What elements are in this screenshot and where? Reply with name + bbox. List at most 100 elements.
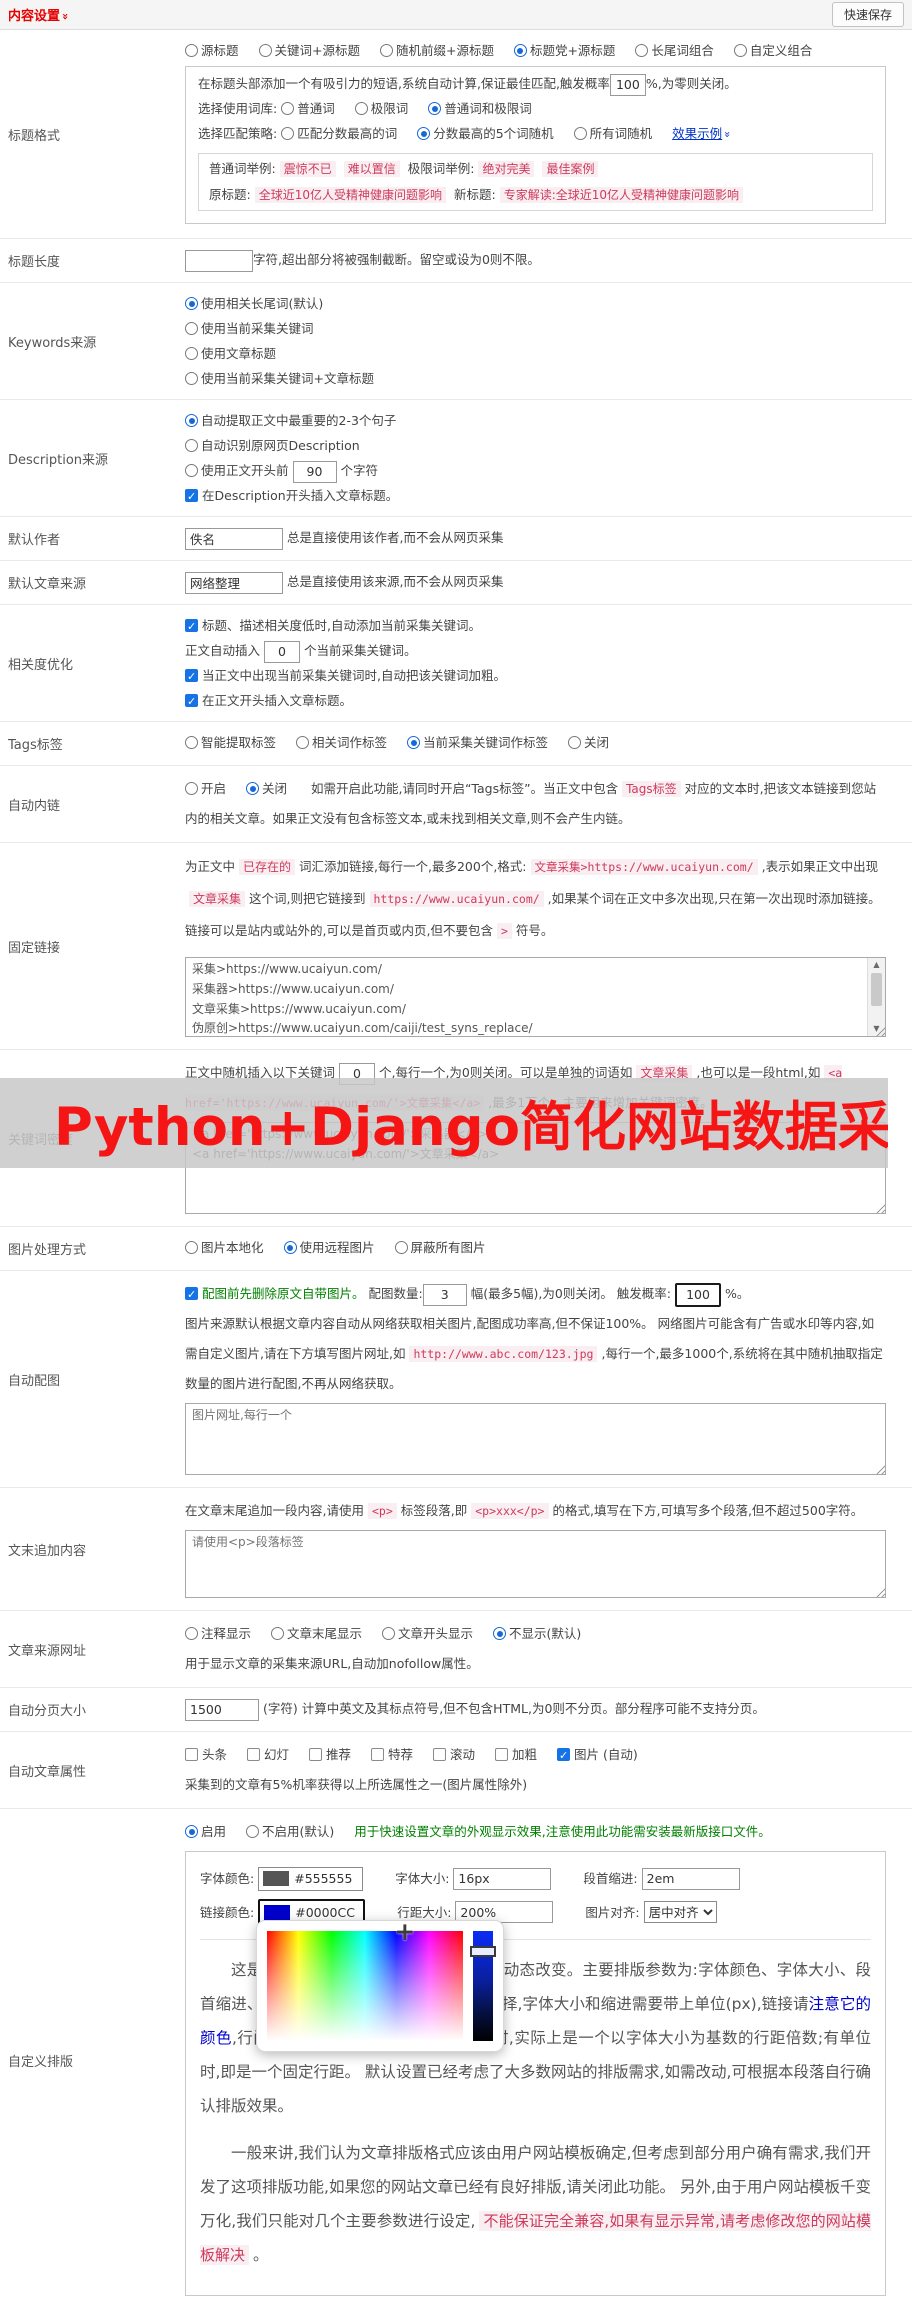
checkbox-bold-keyword[interactable]: 当正文中出现当前采集关键词时,自动把该关键词加粗。 [185, 663, 886, 688]
radio-tags-off[interactable]: 关闭 [568, 735, 609, 750]
checkbox-icon[interactable] [495, 1748, 508, 1761]
radio-related-tags[interactable]: 相关词作标签 [296, 735, 387, 750]
radio-prefix-source-title[interactable]: 随机前缀+源标题 [379, 43, 494, 58]
image-count-input[interactable] [422, 1283, 467, 1306]
scrollbar[interactable]: ▲ ▼ [867, 958, 885, 1036]
checkbox-icon-checked[interactable] [185, 1287, 198, 1301]
radio-icon-selected[interactable] [185, 414, 198, 427]
link-color-swatch[interactable] [264, 1904, 291, 1920]
radio-comment-show[interactable]: 注释显示 [185, 1626, 251, 1641]
radio-both-words[interactable]: 普通词和极限词 [428, 101, 532, 116]
checkbox-scroll[interactable]: 滚动 [433, 1747, 475, 1762]
radio-icon[interactable] [185, 1241, 198, 1254]
color-picker-popup[interactable]: + [256, 1919, 504, 2052]
radio-original-description[interactable]: 自动识别原网页Description [185, 433, 886, 458]
radio-localize-images[interactable]: 图片本地化 [185, 1240, 264, 1255]
radio-article-end-show[interactable]: 文章末尾显示 [271, 1626, 362, 1641]
radio-article-title[interactable]: 使用文章标题 [185, 341, 886, 366]
radio-icon[interactable] [394, 1241, 408, 1254]
radio-icon[interactable] [379, 44, 393, 57]
radio-icon[interactable] [185, 372, 198, 385]
checkbox-icon-checked[interactable] [185, 489, 198, 503]
saturation-value-area[interactable]: + [267, 1919, 463, 2041]
radio-source-title[interactable]: 源标题 [185, 43, 239, 58]
radio-custom-combo[interactable]: 自定义组合 [733, 43, 812, 58]
radio-smart-tags[interactable]: 智能提取标签 [185, 735, 276, 750]
radio-clickbait-source-title[interactable]: 标题党+源标题 [513, 43, 615, 58]
font-color-control[interactable]: #555555 [258, 1866, 364, 1891]
checkbox-bold[interactable]: 加粗 [495, 1747, 537, 1762]
radio-icon[interactable] [185, 347, 198, 360]
radio-icon[interactable] [185, 322, 198, 335]
font-color-swatch[interactable] [263, 1871, 290, 1886]
radio-current-keywords[interactable]: 使用当前采集关键词 [185, 316, 886, 341]
radio-icon[interactable] [185, 439, 198, 452]
radio-icon[interactable] [185, 736, 198, 749]
radio-longtail-combo[interactable]: 长尾词组合 [635, 43, 714, 58]
image-probability-input[interactable] [675, 1282, 722, 1307]
radio-icon-selected[interactable] [493, 1627, 506, 1640]
radio-layout-off[interactable]: 不启用(默认) [246, 1824, 334, 1839]
checkbox-special[interactable]: 特荐 [371, 1747, 413, 1762]
quick-save-button[interactable]: 快速保存 [831, 2, 904, 27]
checkbox-insert-title-body[interactable]: 在正文开头插入文章标题。 [185, 688, 886, 713]
checkbox-recommend[interactable]: 推荐 [309, 1747, 351, 1762]
checkbox-icon-checked[interactable] [185, 619, 198, 633]
page-size-input[interactable] [185, 1698, 259, 1721]
radio-innerlink-off[interactable]: 关闭 [246, 781, 287, 796]
radio-icon-selected[interactable] [185, 1825, 198, 1838]
radio-highest-score[interactable]: 匹配分数最高的词 [281, 126, 397, 141]
radio-keyword-tags[interactable]: 当前采集关键词作标签 [407, 735, 548, 750]
checkbox-icon[interactable] [433, 1748, 446, 1761]
description-chars-input[interactable] [292, 460, 337, 483]
radio-layout-on[interactable]: 启用 [185, 1824, 226, 1839]
radio-icon[interactable] [635, 44, 649, 57]
radio-icon[interactable] [246, 1825, 259, 1838]
radio-normal-words[interactable]: 普通词 [281, 101, 335, 116]
radio-keywords-plus-title[interactable]: 使用当前采集关键词+文章标题 [185, 366, 886, 391]
checkbox-icon-checked[interactable] [557, 1748, 570, 1762]
radio-icon[interactable] [258, 44, 272, 57]
radio-no-show[interactable]: 不显示(默认) [493, 1626, 581, 1641]
radio-icon-selected[interactable] [513, 44, 527, 57]
radio-icon[interactable] [733, 44, 747, 57]
radio-related-longtail[interactable]: 使用相关长尾词(默认) [185, 291, 886, 316]
checkbox-icon[interactable] [371, 1748, 384, 1761]
radio-block-images[interactable]: 屏蔽所有图片 [394, 1240, 486, 1255]
radio-icon[interactable] [568, 736, 581, 749]
append-content-textarea[interactable] [185, 1530, 886, 1598]
indent-input[interactable] [641, 1867, 740, 1890]
radio-icon-selected[interactable] [428, 102, 442, 115]
radio-extreme-words[interactable]: 极限词 [354, 101, 408, 116]
image-align-select[interactable]: 居中对齐 [643, 1901, 717, 1923]
radio-auto-extract[interactable]: 自动提取正文中最重要的2-3个句子 [185, 408, 886, 433]
font-size-input[interactable] [453, 1867, 552, 1890]
picker-crosshair-icon[interactable]: + [394, 1919, 415, 1944]
checkbox-slide[interactable]: 幻灯 [247, 1747, 289, 1762]
radio-icon[interactable] [573, 127, 587, 140]
checkbox-headline[interactable]: 头条 [185, 1747, 227, 1762]
radio-icon-selected[interactable] [407, 736, 420, 749]
radio-icon[interactable] [354, 102, 368, 115]
radio-icon[interactable] [185, 44, 198, 57]
radio-innerlink-on[interactable]: 开启 [185, 781, 226, 796]
scrollbar-up-icon[interactable]: ▲ [873, 958, 879, 972]
image-urls-textarea[interactable] [185, 1403, 886, 1475]
radio-remote-images[interactable]: 使用远程图片 [283, 1240, 375, 1255]
fixed-links-textarea[interactable]: 采集>https://www.ucaiyun.com/ 采集器>https://… [185, 957, 886, 1037]
radio-icon[interactable] [185, 464, 198, 477]
radio-icon[interactable] [281, 102, 295, 115]
default-source-input[interactable] [185, 571, 283, 594]
hue-slider[interactable] [470, 1931, 496, 2041]
checkbox-icon-checked[interactable] [185, 694, 198, 708]
checkbox-icon[interactable] [247, 1748, 260, 1761]
radio-icon-selected[interactable] [185, 297, 198, 310]
radio-icon[interactable] [185, 782, 198, 795]
radio-icon[interactable] [296, 736, 309, 749]
checkbox-icon[interactable] [309, 1748, 322, 1761]
scrollbar-down-icon[interactable]: ▼ [873, 1022, 879, 1036]
checkbox-icon[interactable] [185, 1748, 198, 1761]
effect-demo-link[interactable]: 效果示例» [672, 126, 734, 141]
radio-icon[interactable] [382, 1627, 395, 1640]
title-length-input[interactable] [185, 249, 253, 272]
